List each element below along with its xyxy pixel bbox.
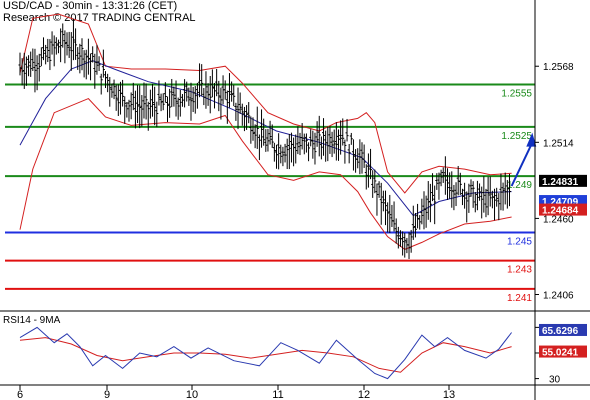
price-tick-label-0: 1.2568 xyxy=(543,62,574,73)
time-tick-label-3: 11 xyxy=(272,389,283,400)
level-label-3: 1.245 xyxy=(507,237,532,248)
bollinger-lower-line xyxy=(19,98,512,250)
rsi-line xyxy=(19,326,512,380)
time-tick-label-0: 6 xyxy=(17,389,23,400)
chart-canvas[interactable]: 1.2555 1.2525 1.249 1.245 1.243 1.241 RSI14 -… xyxy=(0,0,590,400)
price-panel: 1.2555 1.2525 1.249 1.245 1.243 1.241 xyxy=(5,13,537,304)
time-tick-label-1: 9 xyxy=(104,389,110,400)
rsi-tick-label-2: 30 xyxy=(549,375,561,386)
level-label-4: 1.243 xyxy=(507,265,532,276)
time-tick-label-5: 13 xyxy=(443,389,455,400)
rsi-panel: RSI14 - 9MA xyxy=(3,315,512,380)
time-tick-label-2: 10 xyxy=(186,389,198,400)
price-tick-label-3: 1.2406 xyxy=(543,291,574,302)
rsi-badge-label-0: 65.6296 xyxy=(542,326,579,337)
time-tick-label-4: 12 xyxy=(358,389,370,400)
rsi-title: RSI14 - 9MA xyxy=(3,315,61,326)
level-label-1: 1.2525 xyxy=(501,131,532,142)
rsi-badge-label-1: 55.0241 xyxy=(542,348,579,359)
price-badge-label-0: 1.24831 xyxy=(542,177,579,188)
price-bars xyxy=(18,18,511,259)
bollinger-upper-line xyxy=(19,13,512,194)
price-tick-label-1: 1.2514 xyxy=(543,138,574,149)
level-label-2: 1.249 xyxy=(507,180,532,191)
price-badge-label-2: 1.24684 xyxy=(542,206,579,217)
rsi-ma-line xyxy=(19,337,512,373)
level-label-0: 1.2555 xyxy=(501,89,532,100)
level-label-5: 1.241 xyxy=(507,293,532,304)
